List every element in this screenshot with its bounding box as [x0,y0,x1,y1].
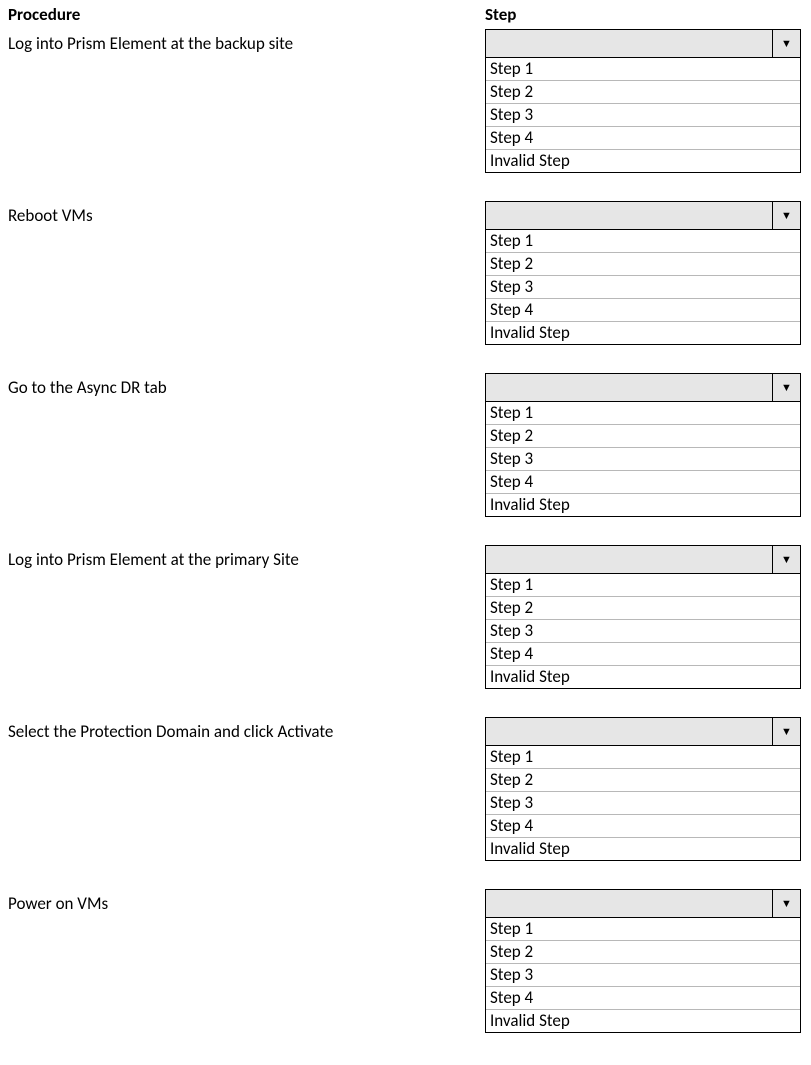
dropdown-option[interactable]: Step 4 [486,643,800,666]
step-dropdown[interactable]: ▼Step 1Step 2Step 3Step 4Invalid Step [485,201,801,345]
dropdown-option[interactable]: Step 2 [486,425,800,448]
dropdown-option[interactable]: Step 2 [486,253,800,276]
dropdown-option[interactable]: Invalid Step [486,1010,800,1032]
step-dropdown[interactable]: ▼Step 1Step 2Step 3Step 4Invalid Step [485,373,801,517]
step-dropdown[interactable]: ▼Step 1Step 2Step 3Step 4Invalid Step [485,889,801,1033]
procedure-label: Go to the Async DR tab [8,373,485,398]
dropdown-option[interactable]: Step 1 [486,918,800,941]
dropdown-option[interactable]: Step 3 [486,104,800,127]
dropdown-option[interactable]: Step 2 [486,597,800,620]
dropdown-options: Step 1Step 2Step 3Step 4Invalid Step [486,746,800,860]
dropdown-option[interactable]: Step 3 [486,276,800,299]
dropdown-option[interactable]: Step 2 [486,941,800,964]
dropdown-option[interactable]: Step 3 [486,792,800,815]
chevron-down-icon[interactable]: ▼ [772,30,800,57]
procedure-label: Power on VMs [8,889,485,914]
step-dropdown[interactable]: ▼Step 1Step 2Step 3Step 4Invalid Step [485,29,801,173]
procedure-row: Go to the Async DR tab▼Step 1Step 2Step … [8,373,803,517]
dropdown-option[interactable]: Step 2 [486,81,800,104]
dropdown-option[interactable]: Step 2 [486,769,800,792]
dropdown-option[interactable]: Step 3 [486,620,800,643]
header-step: Step [485,4,803,25]
dropdown-option[interactable]: Step 1 [486,746,800,769]
dropdown-selected[interactable]: ▼ [486,890,800,918]
dropdown-option[interactable]: Invalid Step [486,838,800,860]
procedure-row: Log into Prism Element at the backup sit… [8,29,803,173]
chevron-down-icon[interactable]: ▼ [772,374,800,401]
dropdown-option[interactable]: Step 4 [486,127,800,150]
header-row: Procedure Step [8,4,803,25]
dropdown-option[interactable]: Step 4 [486,299,800,322]
dropdown-option[interactable]: Step 3 [486,964,800,987]
step-dropdown[interactable]: ▼Step 1Step 2Step 3Step 4Invalid Step [485,717,801,861]
procedure-row: Select the Protection Domain and click A… [8,717,803,861]
dropdown-option[interactable]: Step 4 [486,815,800,838]
dropdown-options: Step 1Step 2Step 3Step 4Invalid Step [486,230,800,344]
procedure-label: Log into Prism Element at the backup sit… [8,29,485,54]
dropdown-value [486,890,772,917]
dropdown-option[interactable]: Step 1 [486,230,800,253]
dropdown-option[interactable]: Step 4 [486,471,800,494]
procedure-row: Reboot VMs▼Step 1Step 2Step 3Step 4Inval… [8,201,803,345]
dropdown-options: Step 1Step 2Step 3Step 4Invalid Step [486,574,800,688]
dropdown-value [486,30,772,57]
dropdown-selected[interactable]: ▼ [486,374,800,402]
dropdown-option[interactable]: Step 3 [486,448,800,471]
dropdown-value [486,546,772,573]
dropdown-value [486,718,772,745]
dropdown-option[interactable]: Invalid Step [486,666,800,688]
dropdown-selected[interactable]: ▼ [486,30,800,58]
dropdown-option[interactable]: Step 1 [486,574,800,597]
chevron-down-icon[interactable]: ▼ [772,202,800,229]
dropdown-option[interactable]: Invalid Step [486,494,800,516]
dropdown-value [486,202,772,229]
dropdown-option[interactable]: Step 4 [486,987,800,1010]
procedure-row: Log into Prism Element at the primary Si… [8,545,803,689]
dropdown-selected[interactable]: ▼ [486,546,800,574]
procedure-label: Reboot VMs [8,201,485,226]
dropdown-options: Step 1Step 2Step 3Step 4Invalid Step [486,918,800,1032]
procedure-label: Log into Prism Element at the primary Si… [8,545,485,570]
dropdown-option[interactable]: Step 1 [486,58,800,81]
procedure-label: Select the Protection Domain and click A… [8,717,485,742]
dropdown-value [486,374,772,401]
dropdown-option[interactable]: Step 1 [486,402,800,425]
dropdown-options: Step 1Step 2Step 3Step 4Invalid Step [486,402,800,516]
dropdown-options: Step 1Step 2Step 3Step 4Invalid Step [486,58,800,172]
dropdown-selected[interactable]: ▼ [486,718,800,746]
chevron-down-icon[interactable]: ▼ [772,546,800,573]
dropdown-option[interactable]: Invalid Step [486,150,800,172]
step-dropdown[interactable]: ▼Step 1Step 2Step 3Step 4Invalid Step [485,545,801,689]
chevron-down-icon[interactable]: ▼ [772,890,800,917]
header-procedure: Procedure [8,4,485,25]
procedure-row: Power on VMs▼Step 1Step 2Step 3Step 4Inv… [8,889,803,1033]
dropdown-selected[interactable]: ▼ [486,202,800,230]
chevron-down-icon[interactable]: ▼ [772,718,800,745]
dropdown-option[interactable]: Invalid Step [486,322,800,344]
